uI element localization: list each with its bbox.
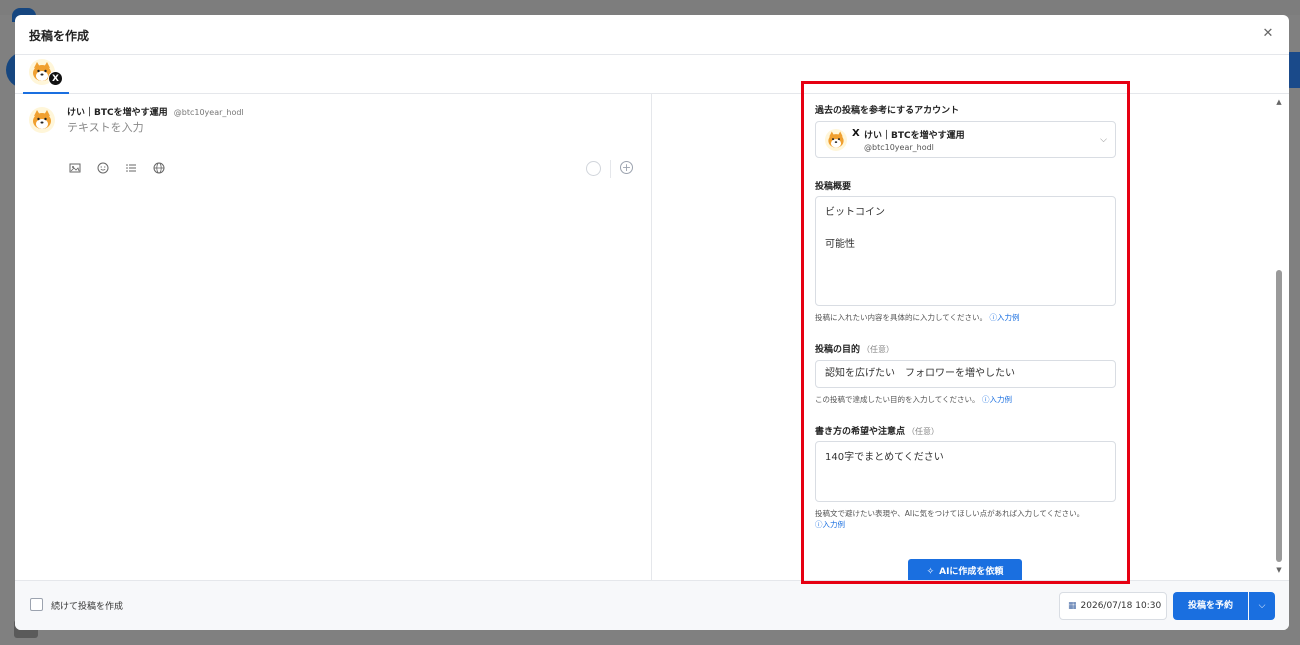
close-icon[interactable]: ✕ — [1261, 27, 1275, 41]
right-pane-scrollbar[interactable]: ▲ ▼ — [1275, 98, 1283, 574]
ai-form: 過去の投稿を参考にするアカウント X けい｜BTCを増やす運用 @btc10ye… — [815, 97, 1135, 586]
sparkle-icon: ✧ — [926, 567, 935, 577]
plus-icon[interactable]: + — [620, 161, 633, 174]
help-circle-icon: ⓘ — [989, 313, 997, 322]
notes-example-link-inner[interactable]: ⓘ入力例 — [815, 520, 845, 529]
purpose-example-link[interactable]: ⓘ入力例 — [982, 395, 1012, 404]
shiba-avatar-icon — [29, 107, 55, 133]
notes-label-text: 書き方の希望や注意点 — [815, 427, 906, 437]
x-logo-icon: X — [852, 128, 860, 139]
summary-help-text: 投稿に入れたい内容を具体的に入力してください。 — [815, 313, 988, 322]
compose-account-name: けい｜BTCを増やす運用 @btc10year_hodl — [67, 105, 244, 118]
reference-account-name: けい｜BTCを増やす運用 — [864, 131, 965, 141]
x-logo-icon: X — [48, 71, 63, 86]
create-post-modal: 投稿を作成 ✕ X けい｜BTCを増やす運用 @btc10year_hodl テ… — [15, 15, 1289, 630]
character-count-indicator — [586, 161, 601, 176]
notes-optional: （任意） — [907, 427, 940, 436]
continue-posting-checkbox[interactable] — [30, 598, 43, 611]
purpose-label: 投稿の目的 （任意） — [815, 342, 894, 355]
ai-assist-pane: 過去の投稿を参考にするアカウント X けい｜BTCを増やす運用 @btc10ye… — [653, 94, 1289, 586]
ai-generate-label: AIに作成を依頼 — [939, 567, 1004, 577]
modal-title: 投稿を作成 — [29, 29, 90, 43]
modal-header: 投稿を作成 ✕ — [15, 15, 1289, 55]
purpose-input[interactable]: 認知を広げたい フォロワーを増やしたい — [815, 360, 1116, 388]
purpose-help-text: この投稿で達成したい目的を入力してください。 — [815, 395, 980, 404]
summary-example-link-text: 入力例 — [996, 313, 1020, 322]
summary-example-link[interactable]: ⓘ入力例 — [989, 313, 1019, 322]
notes-textarea[interactable]: 140字でまとめてください — [815, 441, 1116, 502]
image-icon[interactable] — [68, 162, 82, 176]
schedule-options-dropdown[interactable]: ⌵ — [1249, 592, 1275, 620]
shiba-avatar-icon — [825, 129, 847, 151]
notes-example-link-text: 入力例 — [822, 520, 846, 529]
emoji-icon[interactable] — [96, 162, 110, 176]
notes-label: 書き方の希望や注意点 （任意） — [815, 424, 939, 437]
purpose-help: この投稿で達成したい目的を入力してください。 ⓘ入力例 — [815, 394, 1012, 405]
globe-icon[interactable] — [152, 162, 166, 176]
notes-example-link[interactable]: ⓘ入力例 — [815, 519, 845, 530]
purpose-label-text: 投稿の目的 — [815, 345, 861, 355]
help-circle-icon: ⓘ — [815, 520, 823, 529]
reference-account-handle: @btc10year_hodl — [864, 143, 934, 152]
calendar-icon: ▦ — [1068, 601, 1077, 611]
scroll-down-arrow-icon[interactable]: ▼ — [1275, 566, 1283, 574]
compose-pane: けい｜BTCを増やす運用 @btc10year_hodl + — [15, 94, 652, 580]
summary-label: 投稿概要 — [815, 182, 852, 192]
schedule-datetime-value: 2026/07/18 10:30 — [1080, 601, 1162, 611]
account-name: けい｜BTCを増やす運用 — [67, 108, 168, 118]
scrollbar-thumb[interactable] — [1276, 270, 1282, 562]
account-handle: @btc10year_hodl — [173, 108, 244, 117]
continue-posting-label: 続けて投稿を作成 — [51, 602, 124, 612]
account-tab[interactable]: X — [23, 55, 69, 94]
reference-account-label: 過去の投稿を参考にするアカウント — [815, 106, 960, 116]
purpose-example-link-text: 入力例 — [989, 395, 1012, 404]
compose-text-input[interactable] — [67, 121, 627, 134]
account-tabbar: X — [15, 55, 1289, 94]
summary-textarea[interactable]: ビットコイン 可能性 — [815, 196, 1116, 306]
schedule-datetime-field[interactable]: ▦ 2026/07/18 10:30 — [1059, 592, 1167, 620]
toolbar-divider — [610, 160, 611, 178]
summary-help: 投稿に入れたい内容を具体的に入力してください。 ⓘ入力例 — [815, 312, 1019, 323]
reference-account-select[interactable]: X けい｜BTCを増やす運用 @btc10year_hodl ⌵ — [815, 121, 1116, 158]
notes-help-text: 投稿文で避けたい表現や、AIに気をつけてほしい点があれば入力してください。 — [815, 509, 1085, 518]
schedule-post-button[interactable]: 投稿を予約 — [1173, 592, 1248, 620]
modal-footer: 続けて投稿を作成 ▦ 2026/07/18 10:30 投稿を予約 ⌵ — [15, 580, 1289, 630]
list-icon[interactable] — [124, 162, 138, 176]
background-topbar — [0, 0, 1300, 15]
chevron-down-icon: ⌵ — [1100, 135, 1107, 145]
scroll-up-arrow-icon[interactable]: ▲ — [1275, 98, 1283, 106]
chevron-down-icon: ⌵ — [1258, 601, 1266, 611]
purpose-optional: （任意） — [862, 345, 895, 354]
